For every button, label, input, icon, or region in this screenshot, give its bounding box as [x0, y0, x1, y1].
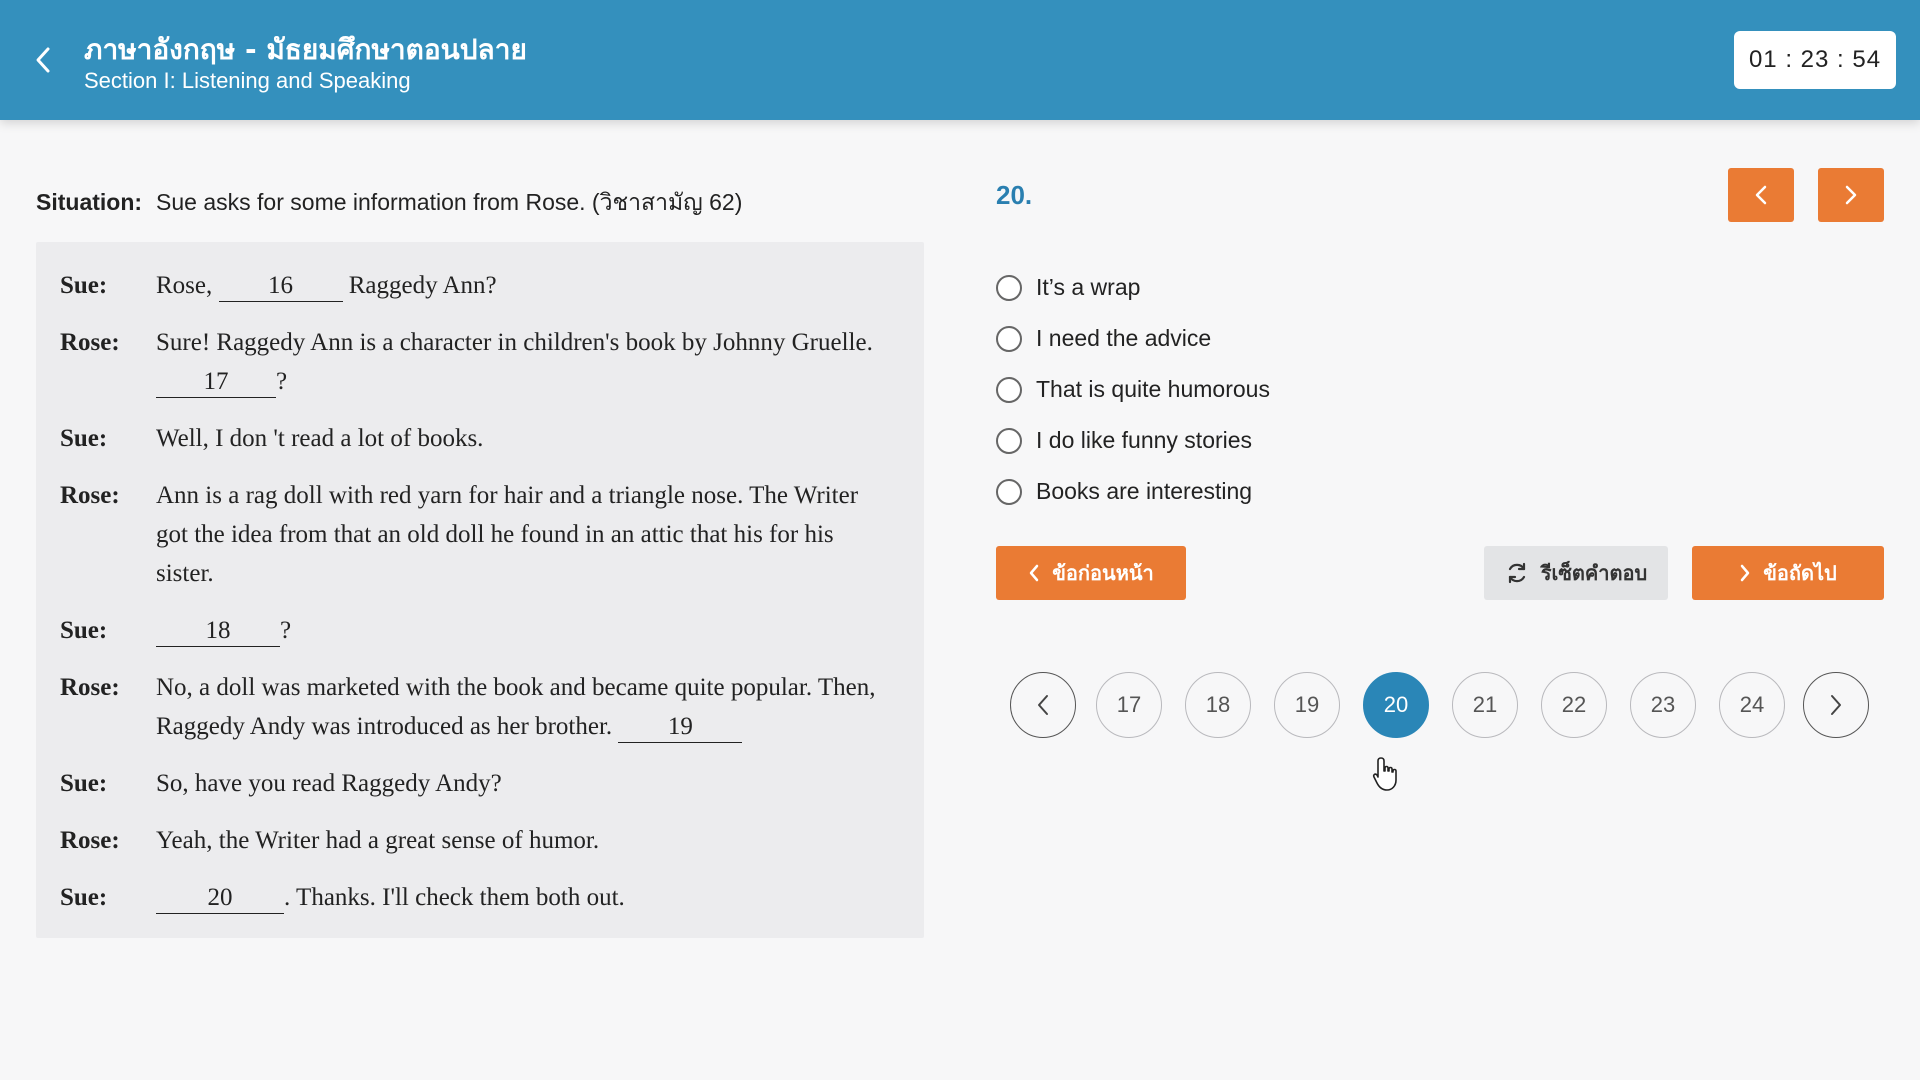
- dialog-line: Sue: Well, I don 't read a lot of books.: [60, 419, 924, 458]
- radio-button[interactable]: [996, 376, 1022, 403]
- next-question-button[interactable]: ข้อถัดไป: [1692, 546, 1884, 600]
- chevron-left-icon: [1029, 564, 1039, 582]
- page-21[interactable]: 21: [1452, 672, 1518, 738]
- back-button[interactable]: [26, 40, 60, 80]
- dialog-line: Rose: Sure! Raggedy Ann is a character i…: [60, 323, 924, 401]
- dialog-text: So, have you read Raggedy Andy?: [156, 770, 502, 797]
- speaker-name: Sue:: [60, 617, 108, 644]
- option-label: I need the advice: [1036, 325, 1212, 351]
- dialog-text: Ann is a rag doll with red yarn for hair…: [156, 482, 859, 587]
- chevron-right-icon: [1845, 185, 1857, 205]
- countdown-timer: 01 : 23 : 54: [1734, 31, 1896, 89]
- option-label: That is quite humorous: [1036, 376, 1270, 402]
- blank-18: 18: [156, 616, 280, 647]
- top-header: ภาษาอังกฤษ - มัธยมศึกษาตอนปลาย Section I…: [0, 0, 1920, 120]
- answer-options: It’s a wrap I need the advice That is qu…: [996, 262, 1270, 517]
- speaker-name: Rose:: [60, 329, 120, 356]
- speaker-name: Rose:: [60, 482, 120, 509]
- answer-option[interactable]: I do like funny stories: [996, 415, 1270, 466]
- answer-option[interactable]: I need the advice: [996, 313, 1270, 364]
- dialog-text: Sure! Raggedy Ann is a character in chil…: [156, 323, 896, 401]
- page-23[interactable]: 23: [1630, 672, 1696, 738]
- answer-option[interactable]: That is quite humorous: [996, 364, 1270, 415]
- page-19[interactable]: 19: [1274, 672, 1340, 738]
- speaker-name: Sue:: [60, 425, 108, 452]
- blank-20: 20: [156, 883, 284, 914]
- answer-option[interactable]: It’s a wrap: [996, 262, 1270, 313]
- page-24[interactable]: 24: [1719, 672, 1785, 738]
- chevron-left-icon: [1038, 695, 1048, 715]
- refresh-icon: [1508, 562, 1525, 584]
- dialog-line: Sue: 18?: [60, 611, 924, 650]
- speaker-name: Rose:: [60, 674, 120, 701]
- radio-button[interactable]: [996, 478, 1022, 505]
- reset-answer-label: รีเซ็ตคำตอบ: [1540, 561, 1648, 585]
- page-22[interactable]: 22: [1541, 672, 1607, 738]
- page-17[interactable]: 17: [1096, 672, 1162, 738]
- dialog-passage: Sue: Rose, 16 Raggedy Ann? Rose: Sure! R…: [36, 242, 924, 938]
- pager-next-button[interactable]: [1803, 672, 1869, 738]
- blank-16: 16: [218, 271, 343, 302]
- previous-question-label: ข้อก่อนหน้า: [1052, 561, 1154, 585]
- page-18[interactable]: 18: [1185, 672, 1251, 738]
- chevron-right-icon: [1831, 695, 1841, 715]
- dialog-line: Sue: Rose, 16 Raggedy Ann?: [60, 266, 924, 305]
- previous-question-button[interactable]: ข้อก่อนหน้า: [996, 546, 1186, 600]
- radio-button[interactable]: [996, 427, 1022, 454]
- dialog-text: 20. Thanks. I'll check them both out.: [156, 878, 896, 917]
- section-subtitle: Section I: Listening and Speaking: [84, 68, 411, 93]
- situation-label: Situation:: [36, 189, 143, 215]
- answer-option[interactable]: Books are interesting: [996, 466, 1270, 517]
- speaker-name: Rose:: [60, 827, 120, 854]
- dialog-text: 18?: [156, 611, 896, 650]
- dialog-text: Well, I don 't read a lot of books.: [156, 425, 484, 452]
- dialog-line: Rose: Yeah, the Writer had a great sense…: [60, 821, 924, 860]
- option-label: It’s a wrap: [1036, 274, 1141, 300]
- exam-title: ภาษาอังกฤษ - มัธยมศึกษาตอนปลาย: [84, 33, 527, 66]
- speaker-name: Sue:: [60, 272, 108, 299]
- blank-19: 19: [618, 712, 743, 743]
- situation-line: Situation: Sue asks for some information …: [36, 185, 742, 221]
- option-label: I do like funny stories: [1036, 427, 1253, 453]
- next-question-small-button[interactable]: [1818, 168, 1884, 222]
- dialog-line: Sue: So, have you read Raggedy Andy?: [60, 764, 924, 803]
- option-label: Books are interesting: [1036, 478, 1253, 504]
- dialog-text: Rose, 16 Raggedy Ann?: [156, 266, 896, 305]
- next-question-label: ข้อถัดไป: [1763, 561, 1837, 585]
- dialog-line: Rose: No, a doll was marketed with the b…: [60, 668, 924, 746]
- speaker-name: Sue:: [60, 770, 108, 797]
- dialog-text: No, a doll was marketed with the book an…: [156, 668, 896, 746]
- dialog-line: Rose: Ann is a rag doll with red yarn fo…: [60, 476, 924, 593]
- prev-question-small-button[interactable]: [1728, 168, 1794, 222]
- question-number: 20.: [996, 180, 1033, 210]
- page-20-active[interactable]: 20: [1363, 672, 1429, 738]
- pager-prev-button[interactable]: [1010, 672, 1076, 738]
- situation-text: Sue asks for some information from Rose.…: [156, 189, 743, 215]
- chevron-left-icon: [36, 47, 50, 73]
- chevron-left-icon: [1755, 185, 1767, 205]
- hand-pointer-cursor-icon: [1372, 756, 1402, 797]
- blank-17: 17: [156, 367, 276, 398]
- radio-button[interactable]: [996, 274, 1022, 301]
- dialog-text: Yeah, the Writer had a great sense of hu…: [156, 827, 600, 854]
- radio-button[interactable]: [996, 325, 1022, 352]
- chevron-right-icon: [1740, 564, 1750, 582]
- reset-answer-button[interactable]: รีเซ็ตคำตอบ: [1484, 546, 1668, 600]
- speaker-name: Sue:: [60, 884, 108, 911]
- dialog-line: Sue: 20. Thanks. I'll check them both ou…: [60, 878, 924, 917]
